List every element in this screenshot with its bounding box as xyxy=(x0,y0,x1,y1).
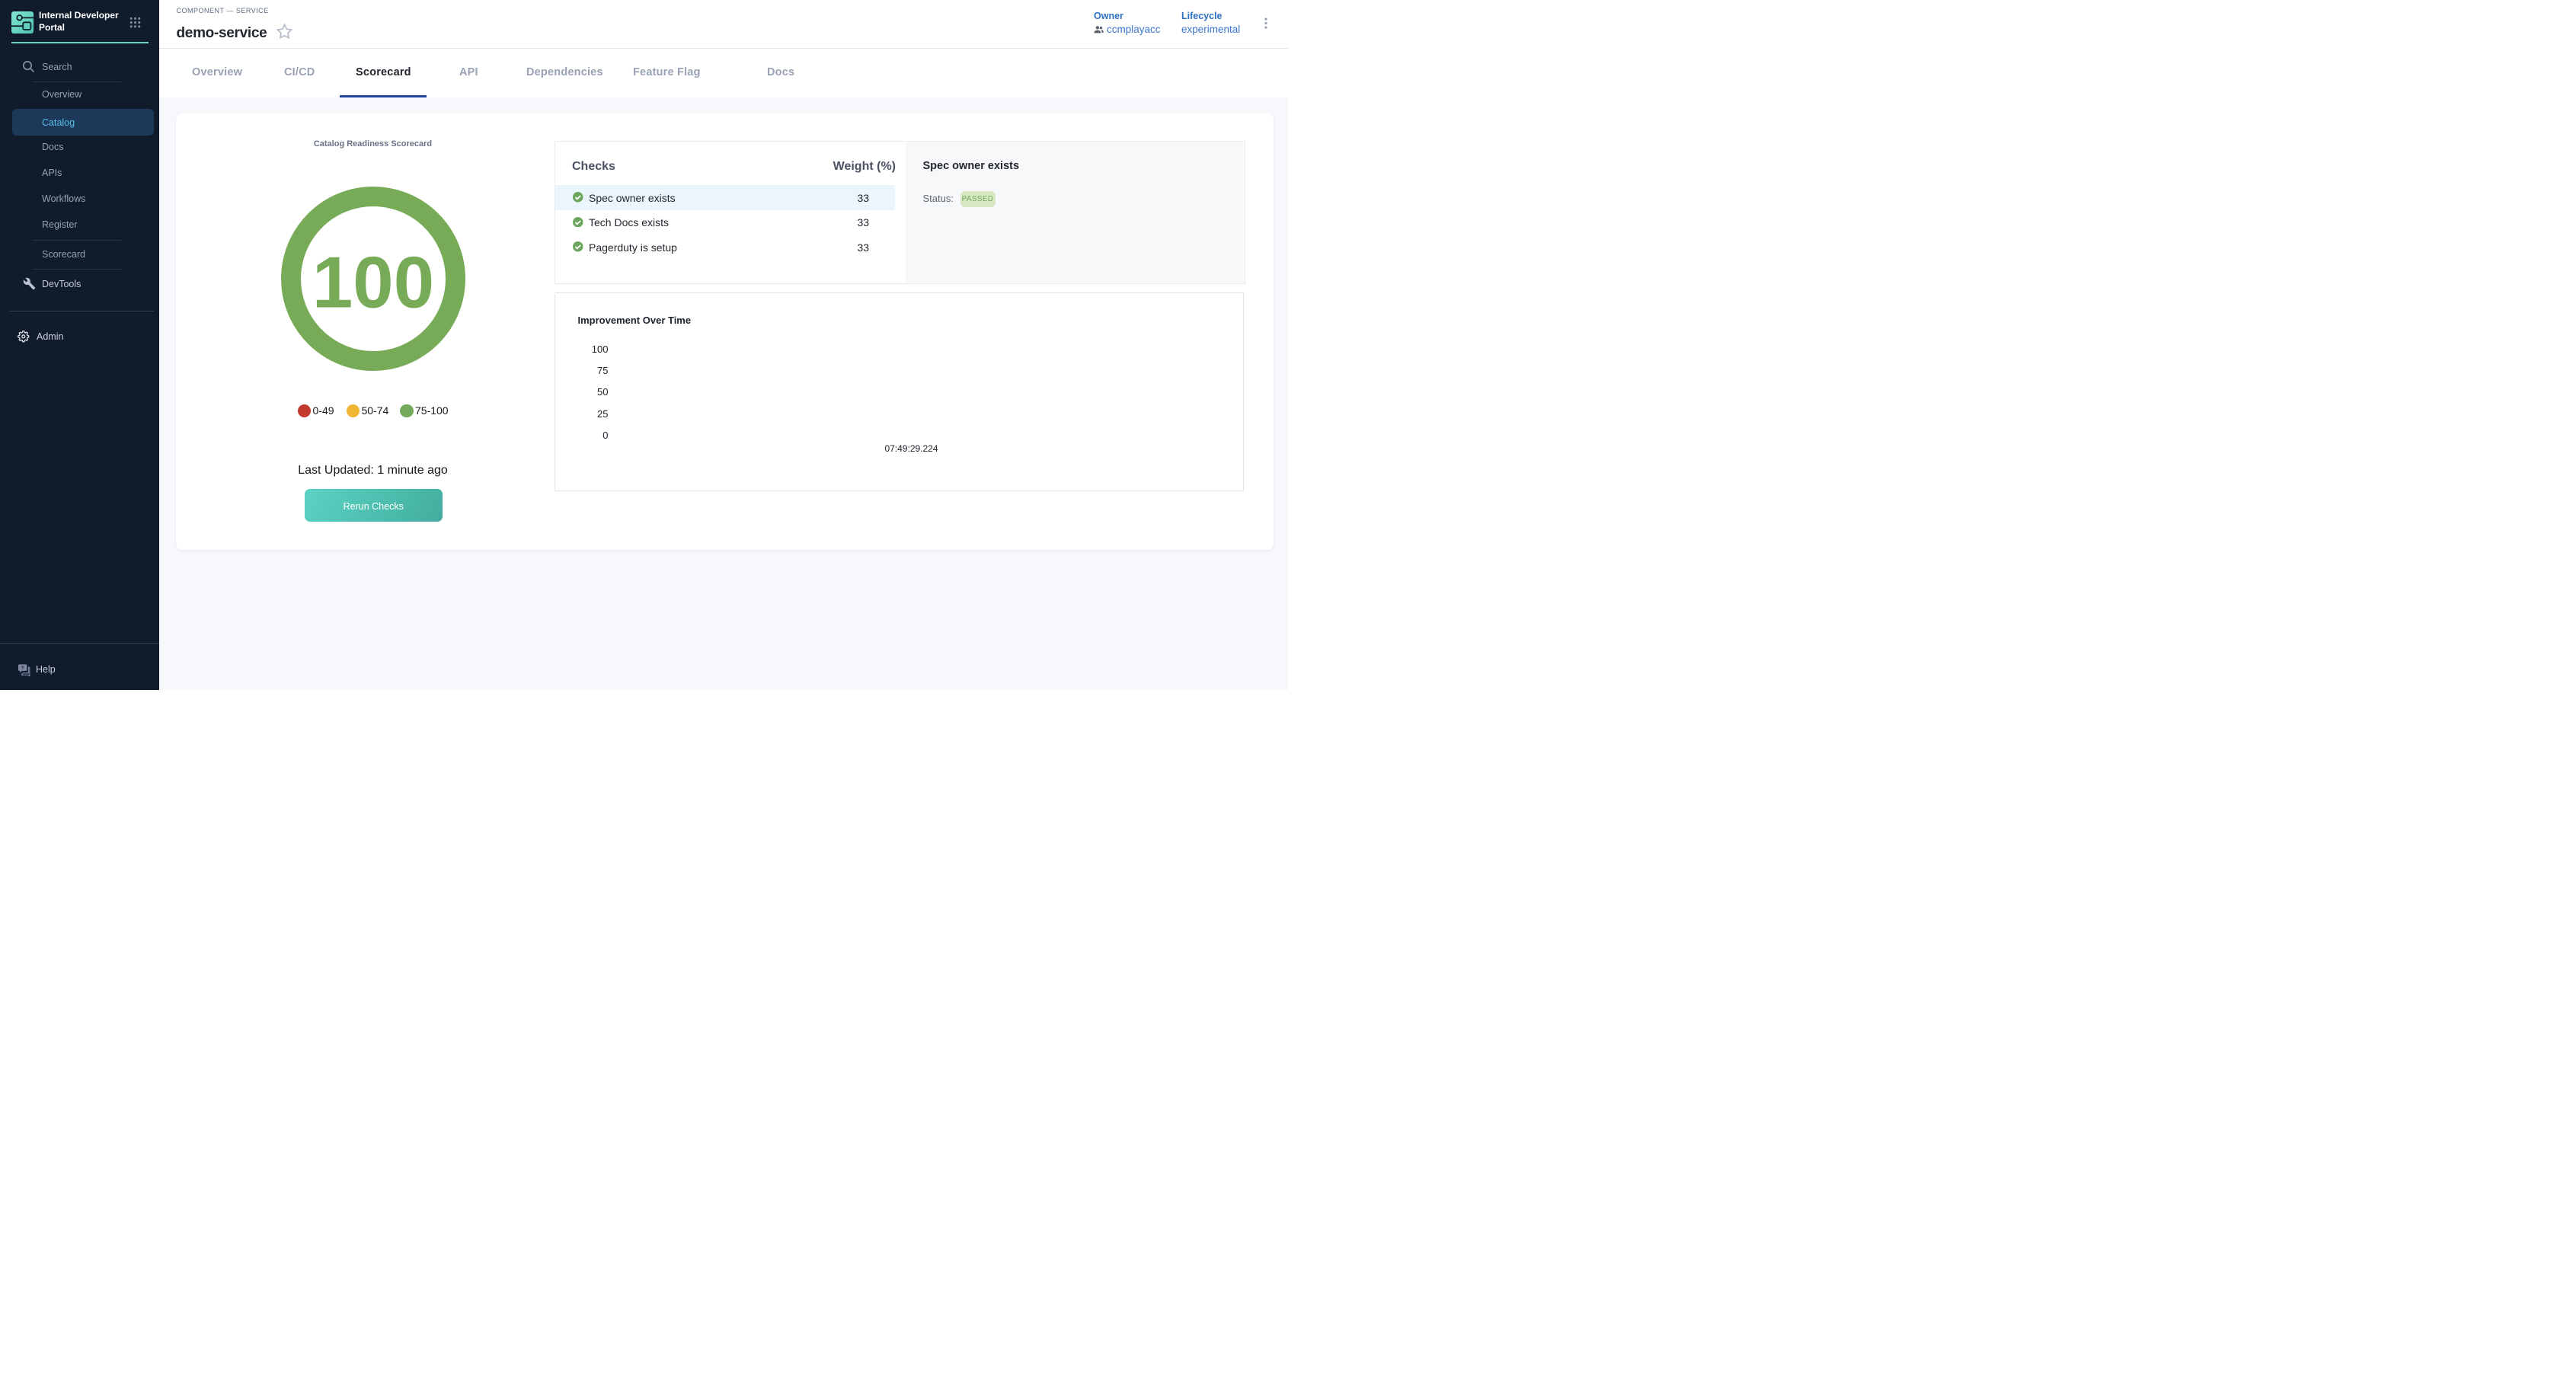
svg-text:100: 100 xyxy=(312,241,433,323)
svg-text:?: ? xyxy=(21,666,24,671)
